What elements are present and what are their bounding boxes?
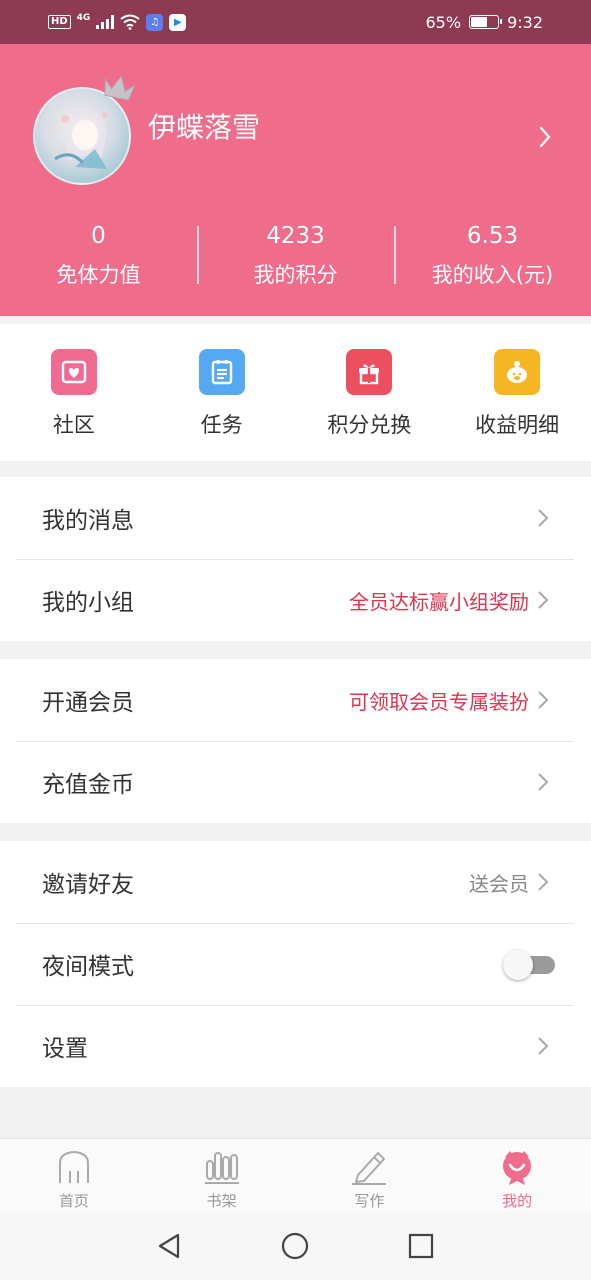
stat-value: 6.53	[466, 223, 519, 249]
action-label: 收益明细	[475, 413, 560, 437]
tab-label: 我的	[502, 1192, 533, 1210]
music-app-icon: ♫	[146, 13, 164, 31]
action-label: 任务	[200, 413, 243, 437]
bookshelf-icon	[204, 1149, 240, 1185]
action-income-detail[interactable]: 收益明细	[443, 324, 591, 461]
tab-home[interactable]: 首页	[0, 1139, 148, 1214]
stat-label: 我的积分	[253, 263, 338, 287]
action-task[interactable]: 任务	[148, 324, 296, 461]
chevron-right-icon	[538, 1037, 549, 1055]
battery-percent: 65%	[425, 12, 462, 32]
menu-item-settings[interactable]: 设置	[0, 1005, 591, 1087]
menu-label: 我的消息	[42, 508, 134, 534]
stat-points[interactable]: 4233 我的积分	[197, 218, 394, 289]
community-icon	[50, 349, 97, 395]
tab-label: 书架	[206, 1192, 237, 1210]
status-bar: HD 4G ♫ ▶ 65% 9:32	[0, 0, 591, 44]
chevron-right-icon	[538, 691, 549, 709]
hd-badge: HD	[48, 15, 71, 29]
home-icon	[56, 1149, 92, 1185]
quick-actions: 社区 任务 积分兑换 收益明细	[0, 324, 591, 461]
menu-label: 我的小组	[42, 590, 134, 616]
menu-item-invite-friends[interactable]: 邀请好友 送会员	[0, 841, 591, 923]
tab-label: 写作	[354, 1192, 385, 1210]
chevron-right-icon[interactable]	[538, 126, 552, 148]
network-type: 4G	[76, 13, 91, 23]
wifi-icon	[120, 14, 140, 30]
task-icon	[198, 349, 245, 395]
menu-item-open-membership[interactable]: 开通会员 可领取会员专属装扮	[0, 659, 591, 741]
stat-label: 免体力值	[56, 263, 141, 287]
stat-value: 0	[91, 223, 106, 249]
action-label: 积分兑换	[327, 413, 412, 437]
tab-write[interactable]: 写作	[296, 1139, 444, 1214]
recents-icon[interactable]	[408, 1232, 434, 1260]
home-button-icon[interactable]	[281, 1232, 309, 1260]
profile-icon	[500, 1149, 534, 1185]
toggle-knob	[503, 950, 533, 980]
action-label: 社区	[52, 413, 95, 437]
menu-item-my-messages[interactable]: 我的消息	[0, 477, 591, 559]
menu-item-my-group[interactable]: 我的小组 全员达标赢小组奖励	[0, 559, 591, 641]
username: 伊蝶落雪	[148, 111, 261, 144]
piggy-bank-icon	[494, 349, 541, 395]
tab-mine[interactable]: 我的	[443, 1139, 591, 1214]
battery-icon	[469, 15, 503, 29]
menu-label: 邀请好友	[42, 872, 134, 898]
menu-label: 设置	[42, 1036, 88, 1062]
menu-label: 开通会员	[42, 690, 134, 716]
stat-income[interactable]: 6.53 我的收入(元)	[394, 218, 591, 289]
signal-icon	[96, 15, 115, 29]
stat-stamina[interactable]: 0 免体力值	[0, 218, 197, 289]
menu-hint: 可领取会员专属装扮	[349, 689, 529, 714]
menu-group-settings: 邀请好友 送会员 夜间模式 设置	[0, 841, 591, 1087]
menu-label: 夜间模式	[42, 954, 134, 980]
chevron-right-icon	[538, 773, 549, 791]
chevron-right-icon	[538, 509, 549, 527]
stats-row: 0 免体力值 4233 我的积分 6.53 我的收入(元)	[0, 218, 591, 289]
pencil-icon	[350, 1149, 388, 1185]
profile-header[interactable]: 伊蝶落雪 0 免体力值 4233 我的积分 6.53 我的收入(元)	[0, 44, 591, 316]
video-app-icon: ▶	[169, 13, 187, 31]
crown-icon	[104, 75, 136, 101]
menu-hint: 送会员	[469, 871, 529, 896]
stat-value: 4233	[266, 223, 325, 249]
action-points-exchange[interactable]: 积分兑换	[296, 324, 444, 461]
menu-group-membership: 开通会员 可领取会员专属装扮 充值金币	[0, 659, 591, 823]
system-navigation-bar	[0, 1214, 591, 1280]
action-community[interactable]: 社区	[0, 324, 148, 461]
back-icon[interactable]	[156, 1232, 182, 1260]
chevron-right-icon	[538, 873, 549, 891]
menu-label: 充值金币	[42, 772, 134, 798]
menu-group-messages: 我的消息 我的小组 全员达标赢小组奖励	[0, 477, 591, 641]
night-mode-toggle[interactable]	[503, 950, 555, 980]
gift-icon	[346, 349, 393, 395]
menu-hint: 全员达标赢小组奖励	[349, 589, 529, 614]
bottom-tab-bar: 首页 书架 写作 我的	[0, 1138, 591, 1214]
clock: 9:32	[507, 12, 543, 32]
stat-label: 我的收入(元)	[431, 263, 554, 287]
tab-label: 首页	[58, 1192, 89, 1210]
menu-item-recharge-coins[interactable]: 充值金币	[0, 741, 591, 823]
chevron-right-icon	[538, 591, 549, 609]
menu-item-night-mode: 夜间模式	[0, 923, 591, 1005]
tab-bookshelf[interactable]: 书架	[148, 1139, 296, 1214]
